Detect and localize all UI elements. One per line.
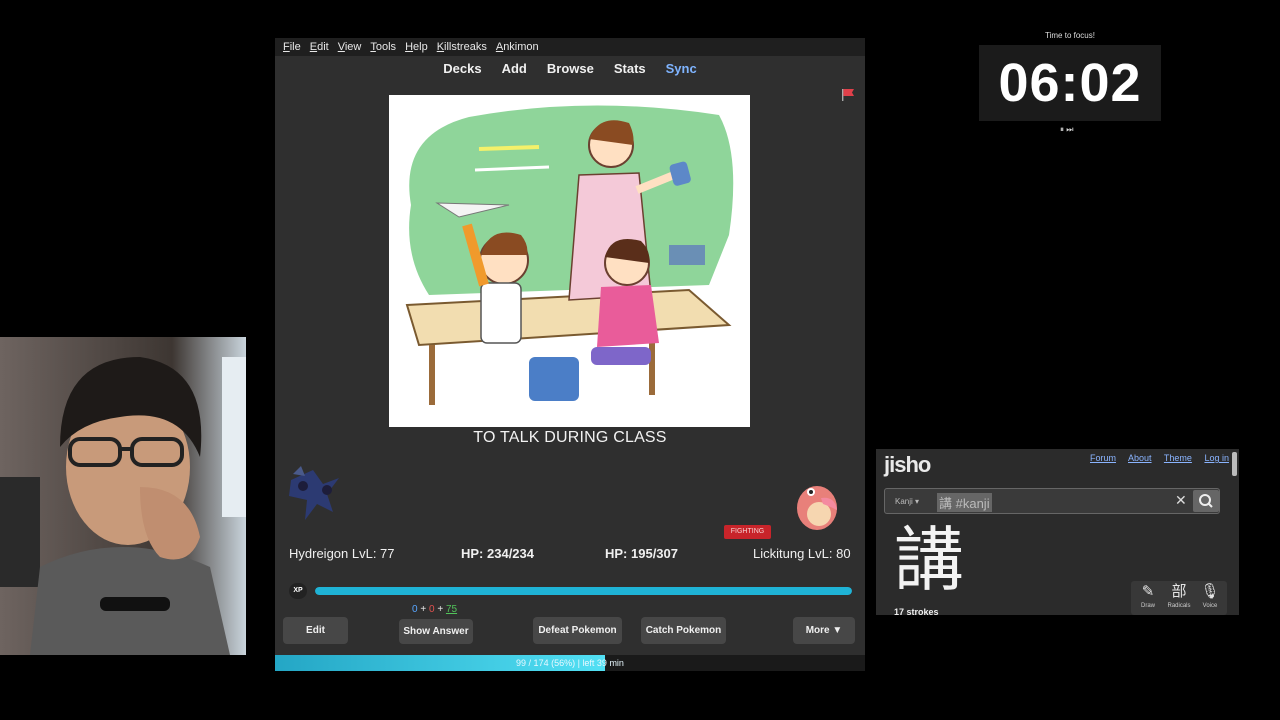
search-scope-dropdown[interactable]: Kanji ▾ xyxy=(895,497,919,506)
jisho-input-tools: ✎ Draw 部 Radicals 🎙 Voice xyxy=(1131,581,1227,615)
new-count: 0 xyxy=(412,604,418,615)
card-illustration xyxy=(389,95,750,427)
jisho-scrollbar[interactable] xyxy=(1232,452,1237,476)
hydreigon-sprite xyxy=(289,466,339,520)
xp-bar-fill xyxy=(315,587,852,595)
timer-controls[interactable]: ⏸ ⏭ xyxy=(1060,125,1073,135)
card-answer-text: TO TALK DURING CLASS xyxy=(473,429,667,446)
edit-button[interactable]: Edit xyxy=(283,617,348,644)
radicals-label: Radicals xyxy=(1167,603,1191,609)
jisho-link-about[interactable]: About xyxy=(1128,453,1152,463)
jisho-search-input[interactable]: 講 #kanji xyxy=(937,493,992,512)
player-pokemon-hp: HP: 234/234 xyxy=(461,546,534,561)
timer-label: Time to focus! xyxy=(1045,31,1095,40)
clear-search-icon[interactable]: ✕ xyxy=(1175,492,1187,509)
stroke-count: 17 strokes xyxy=(894,607,939,615)
lickitung-sprite xyxy=(797,486,837,530)
show-answer-button[interactable]: Show Answer xyxy=(399,619,473,644)
player-pokemon-level: Hydreigon LvL: 77 xyxy=(289,546,395,561)
flag-icon[interactable] xyxy=(841,88,855,102)
defeat-pokemon-button[interactable]: Defeat Pokemon xyxy=(533,617,622,644)
jisho-nav-links: Forum About Theme Log in xyxy=(1090,453,1239,463)
menu-ankimon[interactable]: Ankimon xyxy=(496,41,539,53)
toolbar-stats[interactable]: Stats xyxy=(614,61,646,76)
xp-label: XP xyxy=(289,583,307,599)
draw-tool[interactable]: ✎ Draw xyxy=(1133,581,1163,609)
radicals-icon: 部 xyxy=(1171,583,1187,600)
jisho-panel: jisho Forum About Theme Log in Kanji ▾ 講… xyxy=(876,449,1239,615)
webcam-feed xyxy=(0,337,246,655)
toolbar-sync[interactable]: Sync xyxy=(666,61,697,76)
toolbar-decks[interactable]: Decks xyxy=(443,61,481,76)
menu-view[interactable]: View xyxy=(338,41,362,53)
jisho-logo[interactable]: jisho xyxy=(884,452,931,478)
count-separator: + xyxy=(420,604,427,615)
count-separator: + xyxy=(437,604,444,615)
microphone-icon: 🎙 xyxy=(1200,583,1220,600)
menu-help[interactable]: Help xyxy=(405,41,428,53)
search-icon xyxy=(1199,494,1213,508)
menu-edit[interactable]: Edit xyxy=(310,41,329,53)
search-button[interactable] xyxy=(1193,490,1219,512)
menu-killstreaks[interactable]: Killstreaks xyxy=(437,41,487,53)
enemy-pokemon-level: Lickitung LvL: 80 xyxy=(753,546,851,561)
session-progress-text: 99 / 174 (56%) | left 39 min xyxy=(516,658,624,668)
toolbar-browse[interactable]: Browse xyxy=(547,61,594,76)
anki-window: File Edit View Tools Help Killstreaks An… xyxy=(275,38,865,671)
kanji-result: 講 xyxy=(894,519,964,601)
more-button[interactable]: More ▼ xyxy=(793,617,855,644)
review-count: 75 xyxy=(445,604,458,615)
radicals-tool[interactable]: 部 Radicals xyxy=(1164,581,1194,609)
jisho-link-forum[interactable]: Forum xyxy=(1090,453,1116,463)
learn-count: 0 xyxy=(428,604,435,615)
jisho-link-login[interactable]: Log in xyxy=(1204,453,1229,463)
voice-tool[interactable]: 🎙 Voice xyxy=(1195,581,1225,609)
menu-file[interactable]: File xyxy=(283,41,301,53)
toolbar-add[interactable]: Add xyxy=(502,61,527,76)
xp-bar xyxy=(315,587,852,595)
enemy-pokemon-hp: HP: 195/307 xyxy=(605,546,678,561)
voice-label: Voice xyxy=(1202,603,1218,609)
catch-pokemon-button[interactable]: Catch Pokemon xyxy=(641,617,726,644)
timer-digits: 06:02 xyxy=(998,53,1142,113)
draw-icon: ✎ xyxy=(1141,583,1155,600)
menu-tools[interactable]: Tools xyxy=(370,41,396,53)
jisho-search-bar: Kanji ▾ 講 #kanji ✕ xyxy=(884,488,1220,514)
jisho-link-theme[interactable]: Theme xyxy=(1164,453,1192,463)
review-counts: 0 + 0 + 75 xyxy=(412,604,457,615)
enemy-type-badge: FIGHTING xyxy=(724,525,771,539)
menu-bar: File Edit View Tools Help Killstreaks An… xyxy=(275,38,865,56)
draw-label: Draw xyxy=(1140,603,1155,609)
main-toolbar: Decks Add Browse Stats Sync xyxy=(275,56,865,80)
